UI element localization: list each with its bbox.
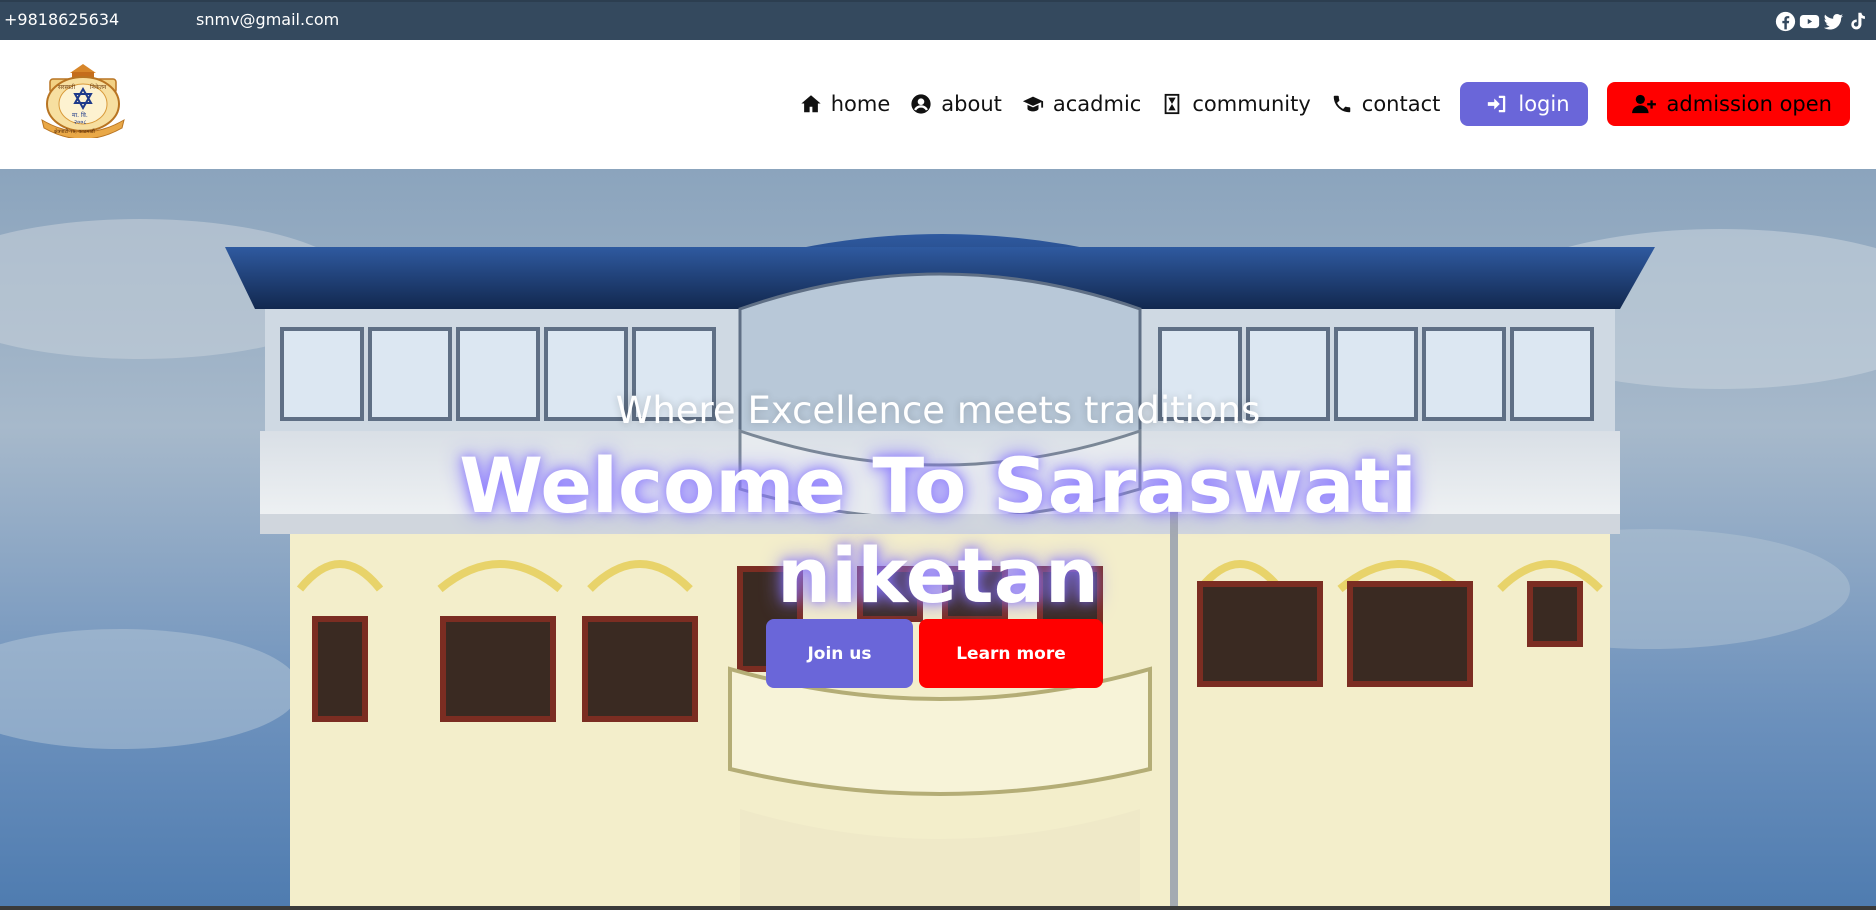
user-plus-icon (1631, 93, 1657, 115)
email-contact[interactable]: snmv@gmail.com (194, 10, 339, 29)
hero-headline: Welcome To Saraswati niketan (0, 441, 1876, 621)
nav-academic-label: acadmic (1052, 92, 1142, 116)
social-links (1775, 11, 1868, 32)
youtube-icon[interactable] (1799, 11, 1820, 32)
graduation-cap-icon (1022, 93, 1044, 115)
hero-tagline: Where Excellence meets traditions (615, 389, 1261, 432)
logo-text-bottom: क्षेत्रपाटी-१७, काठमाडौं (54, 128, 95, 135)
join-us-button[interactable]: Join us (766, 619, 913, 688)
login-label: login (1518, 92, 1570, 116)
home-icon (800, 93, 822, 115)
nav-contact[interactable]: contact (1331, 92, 1441, 116)
admission-open-button[interactable]: admission open (1606, 82, 1850, 126)
logo-text-mid: मा. वि. (72, 111, 88, 119)
logo-text-right: निकेतन (90, 83, 107, 91)
nav-home[interactable]: home (800, 92, 891, 116)
page-bottom-edge (0, 906, 1876, 910)
top-contact-bar: +9818625634 snmv@gmail.com (0, 0, 1876, 40)
school-logo[interactable]: सरस्वती निकेतन मा. वि. २००८ क्षेत्रपाटी-… (36, 62, 130, 140)
phone-number: +9818625634 (4, 10, 120, 29)
login-button[interactable]: login (1460, 82, 1588, 126)
logo-text-left: सरस्वती (58, 83, 76, 91)
nav-community[interactable]: community (1161, 92, 1311, 116)
tiktok-icon[interactable] (1847, 11, 1868, 32)
hero-headline-line-1: Welcome To Saraswati (459, 441, 1417, 530)
nav-about-label: about (941, 92, 1002, 116)
main-navbar: सरस्वती निकेतन मा. वि. २००८ क्षेत्रपाटी-… (0, 40, 1876, 169)
facebook-icon[interactable] (1775, 11, 1796, 32)
hero-headline-line-2: niketan (777, 531, 1099, 620)
nav-community-label: community (1192, 92, 1311, 116)
logo-text-year: २००८ (74, 119, 86, 126)
phone-icon (1331, 93, 1353, 115)
email-address: snmv@gmail.com (196, 10, 340, 29)
hourglass-icon (1161, 93, 1183, 115)
admission-label: admission open (1666, 92, 1832, 116)
nav-about[interactable]: about (910, 92, 1002, 116)
nav-menu: home about acadmic community contact log… (800, 82, 1850, 126)
hero-section: Where Excellence meets traditions Welcom… (0, 169, 1876, 906)
nav-home-label: home (830, 92, 891, 116)
hero-actions: Join us Learn more (766, 619, 1103, 688)
sign-in-icon (1486, 93, 1508, 115)
phone-contact[interactable]: +9818625634 (2, 10, 119, 29)
twitter-icon[interactable] (1823, 11, 1844, 32)
nav-academic[interactable]: acadmic (1022, 92, 1141, 116)
nav-contact-label: contact (1361, 92, 1441, 116)
learn-more-button[interactable]: Learn more (919, 619, 1103, 688)
user-circle-icon (910, 93, 932, 115)
